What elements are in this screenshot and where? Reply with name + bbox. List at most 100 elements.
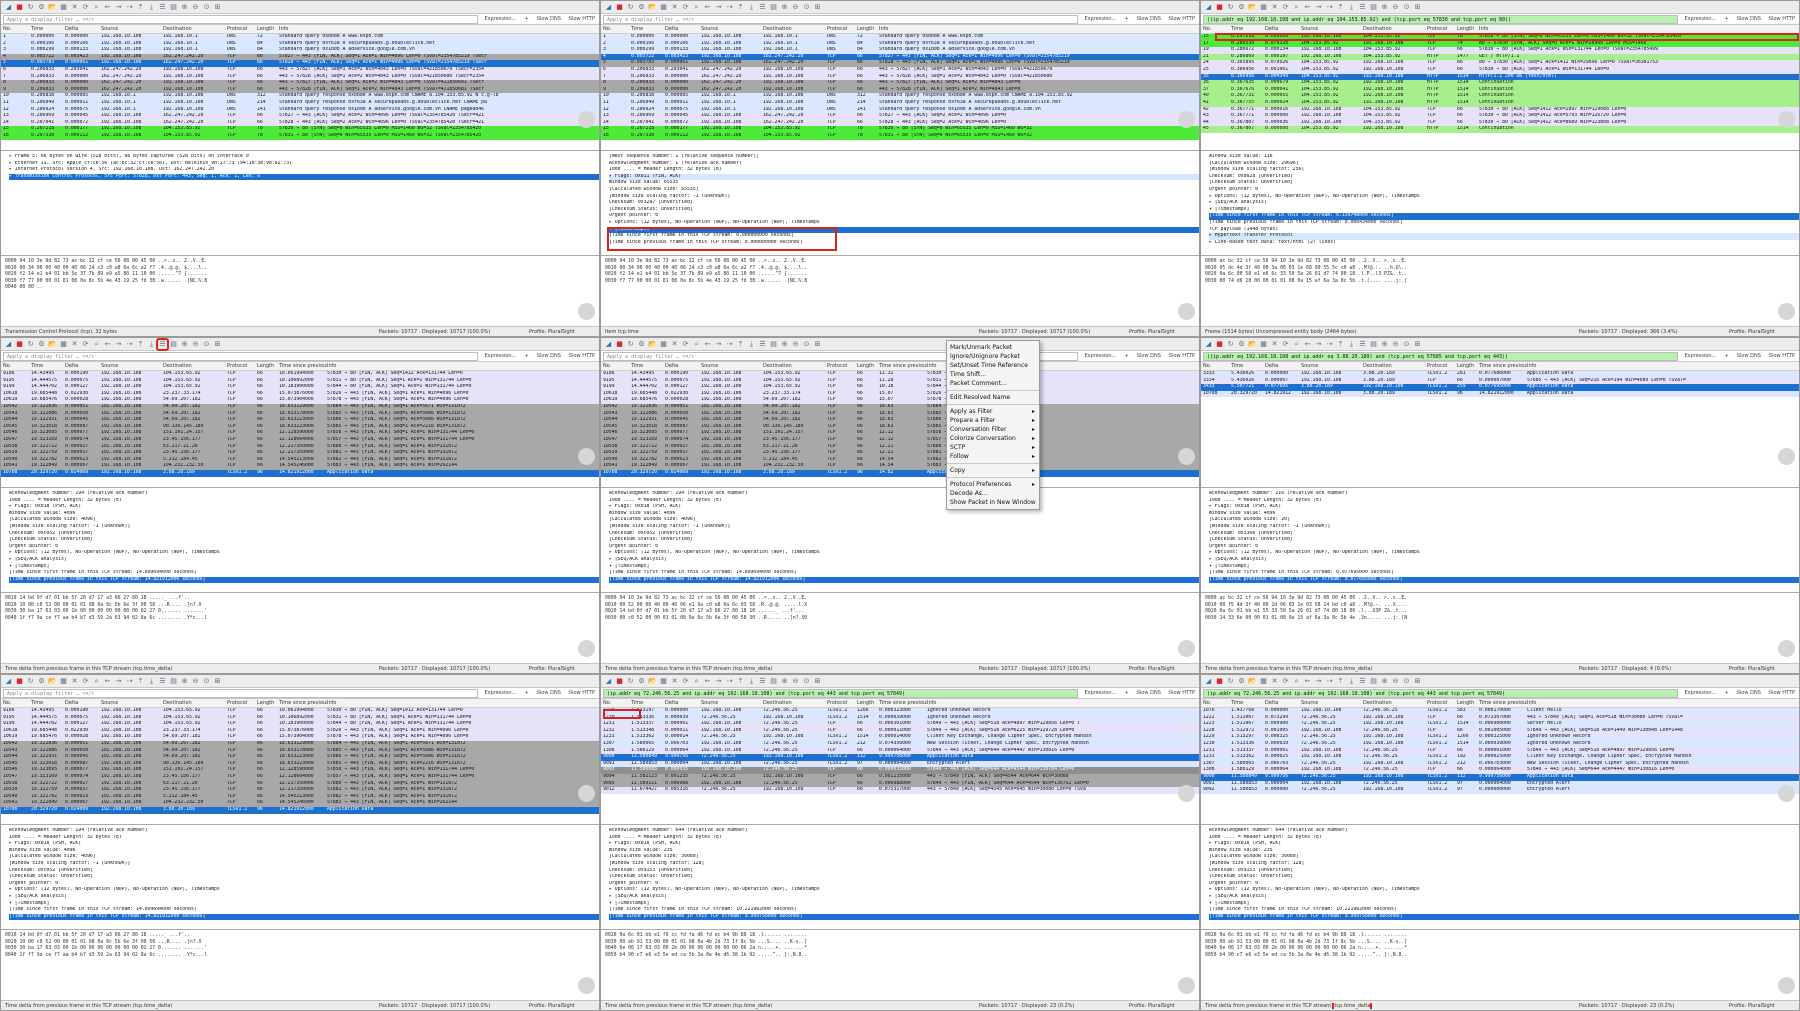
packet-row[interactable]: 9090 11.580849 9.999756 72.246.56.25 192.168…: [601, 754, 1199, 761]
display-filter-input[interactable]: Apply a display filter … <⌘/>: [603, 14, 1079, 24]
detail-line[interactable]: ▸ [SEQ/ACK analysis]: [609, 557, 1199, 564]
column-header[interactable]: Destination: [1363, 363, 1427, 369]
detail-line[interactable]: ▸ Options: (12 bytes), No-Operation (NOP…: [9, 887, 599, 894]
pane-action-button[interactable]: [578, 303, 595, 320]
packet-row[interactable]: 21 0.286869 0.000197 192.168.10.108 104.153.…: [1201, 53, 1799, 61]
packet-row[interactable]: 10541 19.322849 0.000067 192.168.10.108 104.…: [601, 463, 1199, 470]
filter-button[interactable]: +: [1121, 690, 1133, 696]
column-header[interactable]: Delta: [665, 363, 701, 369]
display-filter-input[interactable]: (ip.addr eq 72.246.56.25 and ip.addr eq …: [603, 688, 1079, 698]
packet-row[interactable]: 3 0.000299 0.000133 192.168.10.108 192.168.1…: [1, 47, 599, 54]
column-header[interactable]: Info: [327, 363, 599, 369]
packet-row[interactable]: 9186 14.43495 0.000190 192.168.10.108 104.15…: [1, 371, 599, 378]
detail-line[interactable]: ▾ [Timestamps]: [9, 564, 599, 571]
open-folder-icon[interactable]: 📂: [648, 3, 657, 12]
packet-row[interactable]: 1232 1.513348 0.000011 192.168.10.108 72.246…: [601, 727, 1199, 735]
detail-line[interactable]: 1000 .... = Header Length: 32 bytes (8): [609, 835, 1199, 842]
filter-button[interactable]: Slow DNS: [1733, 353, 1765, 359]
packet-row[interactable]: 1231 1.513337 0.000001 192.168.10.108 72.246…: [601, 721, 1199, 728]
zoom-out-icon[interactable]: ⊖: [791, 340, 800, 349]
packet-row[interactable]: 7 0.206833 0.000000 162.247.242.20 192.168.1…: [1, 73, 599, 81]
options-gear-icon[interactable]: ⚙: [1237, 340, 1246, 349]
column-header[interactable]: Protocol: [827, 26, 857, 32]
filter-button[interactable]: Slow HTTP: [1165, 690, 1199, 696]
packet-row[interactable]: 2 0.000166 0.000166 192.168.10.108 192.168.1…: [1, 40, 599, 48]
column-header[interactable]: Source: [101, 700, 163, 706]
pane-action-button[interactable]: [1778, 111, 1795, 128]
column-header[interactable]: Time: [1231, 26, 1265, 32]
context-menu-item[interactable]: Follow ▸: [947, 452, 1039, 461]
context-menu-item[interactable]: Packet Comment…: [947, 379, 1039, 388]
save-file-icon[interactable]: ▦: [1259, 3, 1268, 12]
detail-line[interactable]: [Time since previous frame in this TCP s…: [1209, 913, 1799, 921]
status-profile[interactable]: Profile: PluralSight: [1129, 1003, 1199, 1009]
packet-row[interactable]: 19 0.286672 0.000134 192.168.10.108 104.153.…: [1201, 47, 1799, 54]
save-file-icon[interactable]: ▦: [659, 677, 668, 686]
context-menu-item[interactable]: Edit Resolved Name: [947, 393, 1039, 402]
detail-line[interactable]: 1000 .... = Header Length: 32 bytes (8): [9, 498, 599, 505]
detail-line[interactable]: [Checksum Status: Unverified]: [9, 874, 599, 881]
packet-row[interactable]: 10619 19.685476 0.000028 192.168.10.108 54.6…: [1, 397, 599, 404]
column-header[interactable]: Delta: [1265, 363, 1301, 369]
normal-size-icon[interactable]: ⊙: [202, 677, 211, 686]
find-icon[interactable]: ⌕: [1292, 340, 1301, 349]
detail-line[interactable]: ▸ Options: (12 bytes), No-Operation (NOP…: [609, 887, 1199, 894]
detail-line[interactable]: ▸ Options: (12 bytes), No-Operation (NOP…: [609, 550, 1199, 557]
detail-line[interactable]: [Calculated window size: 4096]: [9, 517, 599, 524]
detail-line[interactable]: [Checksum Status: Unverified]: [1209, 180, 1799, 187]
filter-button[interactable]: Slow HTTP: [565, 16, 599, 22]
shark-fin-icon[interactable]: ◢: [4, 3, 13, 12]
zoom-out-icon[interactable]: ⊖: [1391, 340, 1400, 349]
packet-row[interactable]: 3334 5.436026 0.000007 192.168.10.108 3.88.2…: [1201, 377, 1799, 385]
packet-row[interactable]: 1076 1.437768 0.000000 192.168.10.108 72.246…: [1201, 708, 1799, 715]
detail-line[interactable]: 1000 .... = Header Length: 32 bytes (8): [9, 835, 599, 842]
display-filter-input[interactable]: Apply a display filter … <⌘/>: [3, 351, 479, 361]
options-gear-icon[interactable]: ⚙: [637, 677, 646, 686]
column-header[interactable]: Time since previous: [879, 700, 927, 706]
detail-line[interactable]: Acknowledgment number: 644 (relative ack…: [1209, 828, 1799, 835]
find-icon[interactable]: ⌕: [1292, 3, 1301, 12]
detail-line[interactable]: Checksum: 0x336e [unverified]: [1209, 531, 1799, 538]
go-to-packet-icon[interactable]: ⇢: [1325, 340, 1334, 349]
column-header[interactable]: Time: [31, 700, 65, 706]
packet-row[interactable]: 10544 19.322931 0.000045 192.168.10.108 54.6…: [1, 417, 599, 424]
find-icon[interactable]: ⌕: [92, 340, 101, 349]
detail-line[interactable]: [Calculated window size: 20]: [1209, 517, 1799, 524]
open-folder-icon[interactable]: 📂: [48, 3, 57, 12]
detail-line[interactable]: [Calculated window size: 4096]: [609, 517, 1199, 524]
normal-size-icon[interactable]: ⊙: [802, 340, 811, 349]
packet-row[interactable]: 24 0.365895 0.079026 104.153.85.92 192.168.1…: [1201, 60, 1799, 67]
column-header[interactable]: Time: [631, 700, 665, 706]
save-file-icon[interactable]: ▦: [59, 340, 68, 349]
packet-row[interactable]: 10540 19.322782 0.000023 192.168.10.108 5.21…: [1, 456, 599, 464]
column-header[interactable]: Info: [279, 26, 599, 32]
column-header[interactable]: No.: [1, 700, 31, 706]
detail-line[interactable]: ▾ [Timestamps]: [609, 564, 1199, 571]
packet-row[interactable]: 1307 1.580065 0.066703 192.168.10.108 72.246…: [601, 740, 1199, 748]
column-header[interactable]: Protocol: [227, 363, 257, 369]
detail-line[interactable]: Checksum: 0xc052 [unverified]: [609, 531, 1199, 538]
pane-action-button[interactable]: [1178, 303, 1195, 320]
packet-row[interactable]: 10539 19.322759 0.000037 192.168.10.108 23.4…: [1, 450, 599, 457]
normal-size-icon[interactable]: ⊙: [1402, 3, 1411, 12]
detail-line[interactable]: ▾ [Timestamps]: [1209, 564, 1799, 571]
detail-line[interactable]: [Time since previous frame in this TCP s…: [9, 913, 599, 921]
context-menu-item[interactable]: Copy ▸: [947, 466, 1039, 475]
detail-line[interactable]: 1000 .... = Header Length: 32 bytes (8): [609, 498, 1199, 505]
packet-row[interactable]: 1229 1.513297 0.000325 72.246.56.25 192.168.…: [1201, 734, 1799, 741]
packet-row[interactable]: 10 0.206838 0.000005 192.168.10.1 192.168.10…: [601, 93, 1199, 100]
detail-line[interactable]: Urgent pointer: 0: [609, 881, 1199, 888]
detail-line[interactable]: [Window size scaling factor: 256]: [1209, 167, 1799, 174]
packet-row[interactable]: 13 0.206969 0.000045 192.168.10.108 162.247.…: [601, 113, 1199, 120]
autoscroll-icon[interactable]: ☰: [158, 3, 167, 12]
packet-row[interactable]: 10618 19.685448 0.022930 192.168.10.108 23.2…: [1, 390, 599, 398]
packet-row[interactable]: 4 0.003722 0.003423 192.168.10.108 162.247.2…: [601, 53, 1199, 61]
packet-row[interactable]: 8 0.206833 0.000000 162.247.242.20 192.168.1…: [601, 80, 1199, 87]
status-profile[interactable]: Profile: PluralSight: [529, 666, 599, 672]
shark-fin-icon[interactable]: ◢: [1204, 340, 1213, 349]
packet-row[interactable]: 10539 19.322759 0.000037 192.168.10.108 23.4…: [1, 787, 599, 794]
packet-row[interactable]: 9186 14.43495 0.000190 192.168.10.108 104.15…: [1, 708, 599, 715]
save-file-icon[interactable]: ▦: [1259, 677, 1268, 686]
column-header[interactable]: Protocol: [227, 26, 257, 32]
context-menu-item[interactable]: SCTP ▸: [947, 443, 1039, 452]
